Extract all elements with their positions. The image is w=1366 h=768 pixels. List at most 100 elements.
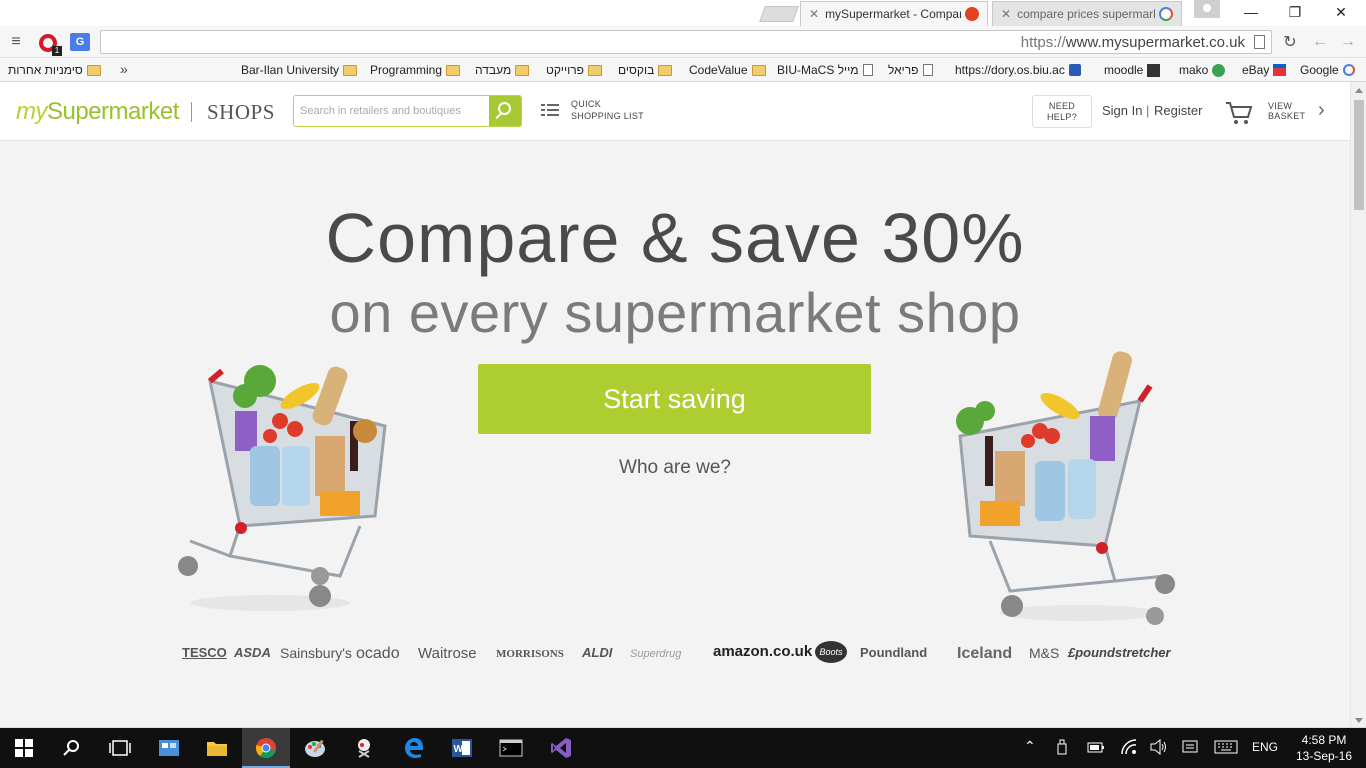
- snipping-tool-icon[interactable]: [340, 728, 388, 768]
- visual-studio-icon[interactable]: [537, 728, 585, 768]
- wifi-icon[interactable]: [1120, 739, 1138, 758]
- maximize-button[interactable]: ❐: [1272, 0, 1318, 24]
- quick-shopping-list[interactable]: QUICK SHOPPING LIST: [541, 98, 644, 122]
- grocery-cart-left-image: [178, 365, 387, 611]
- menu-icon[interactable]: ≡: [6, 32, 26, 52]
- bookmark-item[interactable]: https://dory.os.biu.ac: [955, 63, 1081, 77]
- bookmark-item[interactable]: moodle: [1104, 63, 1161, 77]
- retailer-logo-superdrug[interactable]: Superdrug: [630, 648, 681, 660]
- retailer-logo-marks-spencer[interactable]: M&S: [1029, 645, 1059, 661]
- keyboard-icon[interactable]: [1214, 740, 1238, 757]
- bookmark-other[interactable]: סימניות אחרות: [8, 63, 101, 77]
- start-saving-button[interactable]: Start saving: [478, 364, 871, 434]
- bookmark-item[interactable]: Google: [1300, 63, 1355, 77]
- volume-icon[interactable]: [1150, 738, 1168, 758]
- windows-start-icon[interactable]: [0, 728, 48, 768]
- retailer-logo-aldi[interactable]: ALDI: [582, 645, 612, 660]
- bookmark-item[interactable]: BIU-MaCS מייל: [777, 63, 873, 77]
- word-icon[interactable]: W: [438, 728, 486, 768]
- chevron-right-icon[interactable]: ›: [1318, 99, 1325, 122]
- page-icon: [922, 64, 933, 76]
- network-app-icon[interactable]: [145, 728, 193, 768]
- bookmarks-bar: סימניות אחרות » Bar-Ilan University Prog…: [0, 58, 1366, 82]
- scroll-thumb[interactable]: [1354, 100, 1364, 210]
- double-chevron-icon[interactable]: »: [120, 61, 128, 77]
- retailer-logo-iceland[interactable]: Iceland: [957, 645, 1012, 663]
- folder-icon: [658, 64, 673, 76]
- retailer-logo-amazon[interactable]: amazon.co.uk: [713, 643, 812, 660]
- logo-divider: [191, 102, 192, 122]
- scroll-up-icon[interactable]: [1355, 88, 1363, 93]
- sign-in-link[interactable]: Sign In: [1102, 103, 1142, 118]
- task-view-icon[interactable]: [96, 728, 144, 768]
- battery-icon[interactable]: [1087, 740, 1105, 757]
- bookmark-item[interactable]: CodeValue: [689, 63, 766, 77]
- forward-arrow-icon[interactable]: →: [1338, 32, 1358, 52]
- close-tab-icon[interactable]: ✕: [809, 7, 819, 21]
- retailer-logo-ocado[interactable]: ocado: [356, 645, 400, 663]
- mysupermarket-logo[interactable]: mySupermarket: [16, 98, 179, 126]
- retailer-logo-poundstretcher[interactable]: £poundstretcher: [1068, 645, 1171, 660]
- terminal-icon[interactable]: [487, 728, 535, 768]
- bookmark-item[interactable]: Programming: [370, 63, 461, 77]
- shops-link[interactable]: SHOPS: [207, 100, 275, 125]
- retailer-logo-asda[interactable]: ASDA: [234, 645, 271, 660]
- hero-subline: on every supermarket shop: [329, 281, 1021, 344]
- paint-icon[interactable]: [291, 728, 339, 768]
- shopping-cart-icon[interactable]: [1225, 100, 1253, 126]
- close-tab-icon[interactable]: ✕: [1001, 7, 1011, 21]
- retailer-logo-sainsburys[interactable]: Sainsbury's: [280, 645, 352, 661]
- browser-titlebar: ✕ mySupermarket - Compar ✕ compare price…: [0, 0, 1366, 26]
- show-hidden-icons-icon[interactable]: ⌃: [1024, 738, 1036, 755]
- bookmark-item[interactable]: Bar-Ilan University: [241, 63, 358, 77]
- search-box: [293, 95, 522, 127]
- back-arrow-icon[interactable]: ←: [1310, 32, 1330, 52]
- scroll-down-icon[interactable]: [1355, 718, 1363, 723]
- grocery-cart-right-image: [956, 351, 1175, 625]
- search-input[interactable]: [294, 96, 490, 126]
- search-icon[interactable]: [48, 728, 96, 768]
- chrome-icon[interactable]: [242, 728, 290, 768]
- bookmark-item[interactable]: eBay: [1242, 63, 1287, 77]
- quick-shopping-list-label: QUICK SHOPPING LIST: [571, 99, 644, 121]
- hero-section: Compare & save 30% on every supermarket …: [0, 141, 1350, 727]
- bookmark-item[interactable]: mako: [1179, 63, 1226, 77]
- input-language-indicator[interactable]: ENG: [1252, 740, 1278, 754]
- address-bar[interactable]: https://www.mysupermarket.co.uk: [100, 30, 1272, 54]
- google-icon: [1342, 64, 1355, 76]
- notifications-icon[interactable]: [1182, 739, 1198, 758]
- new-tab-button[interactable]: [759, 6, 799, 22]
- page-info-icon[interactable]: [1254, 35, 1265, 49]
- taskbar-clock[interactable]: 4:58 PM 13-Sep-16: [1292, 732, 1356, 764]
- search-button[interactable]: [489, 96, 521, 126]
- register-link[interactable]: Register: [1154, 103, 1202, 118]
- view-basket-link[interactable]: VIEW BASKET: [1268, 101, 1305, 121]
- minimize-button[interactable]: —: [1228, 0, 1274, 24]
- reload-icon[interactable]: ↻: [1280, 32, 1300, 52]
- retailer-logo-morrisons[interactable]: MORRISONS: [496, 648, 564, 660]
- translate-extension-icon[interactable]: G: [70, 33, 90, 51]
- folder-icon: [751, 64, 766, 76]
- tab-compare-prices[interactable]: ✕ compare prices supermark: [992, 1, 1182, 26]
- extension-badge: 1: [52, 46, 62, 56]
- close-window-button[interactable]: ✕: [1318, 0, 1364, 24]
- retailer-logo-boots[interactable]: Boots: [815, 641, 847, 663]
- retailer-logo-waitrose[interactable]: Waitrose: [418, 645, 477, 662]
- retailer-logo-tesco[interactable]: TESCO: [182, 645, 227, 660]
- file-explorer-icon[interactable]: [193, 728, 241, 768]
- profile-icon[interactable]: [1194, 0, 1220, 18]
- retailer-logo-poundland[interactable]: Poundland: [860, 645, 927, 660]
- vertical-scrollbar[interactable]: [1350, 82, 1366, 727]
- retailer-logos: TESCO ASDA Sainsbury's ocado Waitrose MO…: [180, 641, 1180, 671]
- usb-device-icon[interactable]: [1057, 739, 1067, 758]
- tab-title: compare prices supermark: [1017, 7, 1155, 21]
- bookmark-item[interactable]: בוקסים: [618, 63, 673, 77]
- tab-mysupermarket[interactable]: ✕ mySupermarket - Compar: [800, 1, 988, 26]
- folder-icon: [343, 64, 358, 76]
- need-help-button[interactable]: NEED HELP?: [1032, 95, 1092, 128]
- edge-icon[interactable]: [390, 728, 438, 768]
- site-icon: [1068, 64, 1081, 76]
- bookmark-item[interactable]: מעבדה: [475, 63, 530, 77]
- bookmark-item[interactable]: פרוייקט: [546, 63, 602, 77]
- bookmark-item[interactable]: פריאל: [888, 63, 933, 77]
